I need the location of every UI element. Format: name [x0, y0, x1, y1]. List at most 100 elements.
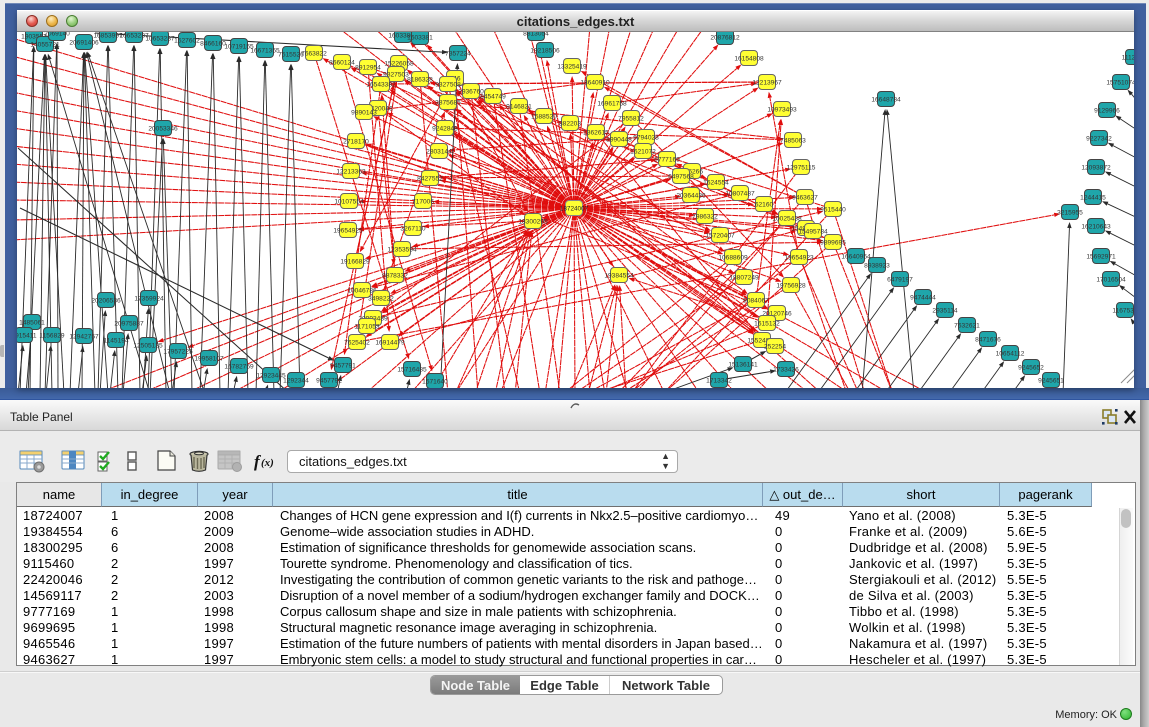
svg-text:10807487: 10807487: [725, 191, 755, 198]
svg-text:17359924: 17359924: [134, 296, 164, 303]
svg-text:14055721: 14055721: [30, 42, 60, 49]
svg-text:16961758: 16961758: [597, 101, 627, 108]
svg-text:8471676: 8471676: [975, 337, 1001, 344]
svg-text:12353594: 12353594: [387, 247, 417, 254]
svg-text:9474444: 9474444: [910, 295, 936, 302]
svg-text:19218506: 19218506: [530, 48, 560, 55]
svg-text:6794028: 6794028: [633, 135, 659, 142]
svg-text:16671355: 16671355: [250, 48, 280, 55]
svg-text:8466160: 8466160: [200, 41, 226, 48]
svg-text:9084067: 9084067: [743, 298, 769, 305]
svg-text:9457791: 9457791: [330, 363, 356, 370]
svg-text:12213967: 12213967: [752, 80, 782, 87]
svg-text:8878332: 8878332: [382, 273, 408, 280]
svg-text:9777169: 9777169: [654, 157, 680, 164]
svg-text:20975887: 20975887: [114, 321, 144, 328]
svg-text:2803144: 2803144: [426, 149, 452, 156]
svg-text:8813054: 8813054: [523, 32, 549, 38]
svg-text:9245652: 9245652: [1018, 365, 1044, 372]
svg-text:9129966: 9129966: [1094, 108, 1120, 115]
svg-text:8186328: 8186328: [407, 77, 433, 84]
svg-text:16648784: 16648784: [871, 97, 901, 104]
svg-text:8990448: 8990448: [606, 137, 632, 144]
svg-text:7955812: 7955812: [618, 116, 644, 123]
svg-text:1527602: 1527602: [174, 38, 200, 45]
svg-text:1571640: 1571640: [422, 379, 448, 386]
svg-text:252254: 252254: [764, 344, 786, 351]
svg-text:16640954: 16640954: [841, 254, 871, 261]
svg-text:8454749: 8454749: [480, 94, 506, 101]
svg-text:7663822: 7663822: [301, 51, 327, 58]
svg-text:12213363: 12213363: [336, 169, 366, 176]
svg-text:2935114: 2935114: [932, 308, 958, 315]
svg-text:10654112: 10654112: [996, 351, 1025, 358]
svg-text:18807249: 18807249: [729, 275, 759, 282]
svg-text:1615132: 1615132: [754, 321, 780, 328]
svg-text:12505135: 12505135: [133, 343, 163, 350]
svg-text:19166829: 19166829: [340, 259, 370, 266]
svg-text:8660124: 8660124: [329, 60, 355, 67]
svg-text:18640910: 18640910: [580, 80, 610, 87]
svg-text:16914479: 16914479: [375, 340, 405, 347]
svg-text:20876812: 20876812: [710, 35, 740, 42]
svg-text:17957225: 17957225: [163, 349, 193, 356]
svg-text:7986322: 7986322: [692, 214, 718, 221]
svg-text:7357224: 7357224: [445, 51, 471, 58]
svg-text:6479197: 6479197: [887, 277, 913, 284]
svg-text:8912954: 8912954: [355, 65, 381, 72]
svg-text:15720407: 15720407: [705, 233, 735, 240]
svg-text:3267110: 3267110: [400, 226, 426, 233]
svg-text:16543382: 16543382: [366, 82, 396, 89]
svg-text:10973493: 10973493: [767, 107, 797, 114]
svg-text:1292344: 1292344: [283, 378, 309, 385]
svg-text:17016504: 17016504: [1096, 277, 1126, 284]
svg-text:20206536: 20206536: [91, 298, 121, 305]
svg-text:9327508: 9327508: [435, 82, 461, 89]
svg-text:12975115: 12975115: [787, 165, 816, 172]
svg-text:9146821: 9146821: [506, 104, 532, 111]
svg-text:7485063: 7485063: [780, 138, 806, 145]
svg-text:1624554: 1624554: [703, 180, 729, 187]
svg-text:10653287: 10653287: [145, 36, 175, 43]
svg-text:9515440: 9515440: [820, 207, 846, 214]
svg-text:15751074: 15751074: [1106, 80, 1134, 87]
svg-text:1112865: 1112865: [1122, 55, 1134, 62]
svg-text:10025438: 10025438: [772, 216, 802, 223]
svg-text:16210643: 16210643: [1081, 224, 1111, 231]
svg-text:3875685: 3875685: [435, 100, 461, 107]
svg-text:20053346: 20053346: [148, 126, 178, 133]
svg-text:2718170: 2718170: [343, 139, 369, 146]
svg-text:10688609: 10688609: [718, 255, 748, 262]
svg-text:(x): (x): [261, 457, 274, 469]
svg-text:16154808: 16154808: [734, 56, 764, 63]
svg-text:15495784: 15495784: [798, 229, 828, 236]
svg-text:8427552: 8427552: [417, 176, 443, 183]
svg-text:16782759: 16782759: [224, 364, 254, 371]
svg-text:15136141: 15136141: [728, 362, 758, 369]
svg-text:12093872: 12093872: [1081, 165, 1111, 172]
svg-text:1171053: 1171053: [354, 324, 380, 331]
svg-text:9463627: 9463627: [792, 195, 818, 202]
svg-text:1621072: 1621072: [630, 149, 656, 156]
svg-text:1145194: 1145194: [103, 338, 129, 345]
svg-text:62160: 62160: [755, 202, 774, 209]
svg-text:1485061: 1485061: [19, 320, 45, 327]
svg-text:10107554: 10107554: [334, 199, 364, 206]
svg-text:7625402: 7625402: [344, 340, 370, 347]
svg-text:1713342: 1713342: [706, 378, 732, 385]
svg-text:20364436: 20364436: [676, 193, 706, 200]
svg-text:15692971: 15692971: [1086, 254, 1116, 261]
svg-text:19654923: 19654923: [784, 255, 814, 262]
svg-text:19958107: 19958107: [194, 356, 224, 363]
svg-text:19384554: 19384554: [604, 273, 634, 280]
svg-text:717006: 717006: [412, 199, 434, 206]
svg-text:1362615: 1362615: [583, 130, 609, 137]
svg-text:19756928: 19756928: [776, 283, 806, 290]
svg-text:8938923: 8938923: [864, 263, 890, 270]
svg-text:1244415: 1244415: [1080, 195, 1106, 202]
svg-text:7632621: 7632621: [954, 323, 980, 330]
svg-text:12942757: 12942757: [69, 334, 99, 341]
svg-text:12923445: 12923445: [256, 373, 286, 380]
svg-text:1603381: 1603381: [407, 35, 433, 42]
svg-text:9242848: 9242848: [432, 126, 458, 133]
